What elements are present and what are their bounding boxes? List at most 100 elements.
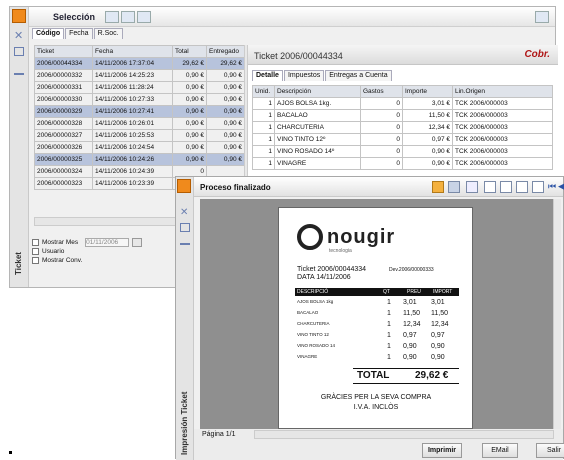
close-icon[interactable]: ✕ bbox=[180, 207, 188, 218]
table-cell: 0 bbox=[360, 97, 403, 110]
tab-rsoc[interactable]: R.Soc. bbox=[93, 28, 123, 39]
preview-hscroll[interactable] bbox=[254, 430, 554, 439]
table-row[interactable]: 2006/00000325 14/11/2006 10:24:26 0,90 €0,… bbox=[34, 153, 245, 166]
table-row[interactable]: 2006/00000331 14/11/2006 11:28:24 0,90 €0,… bbox=[34, 81, 245, 94]
print-button[interactable]: Imprimir bbox=[422, 443, 462, 458]
detail-row[interactable]: 1 CHARCUTERIA 0 12,34 € TCK 2006/000003 bbox=[252, 121, 553, 134]
list-view-icon[interactable] bbox=[121, 11, 135, 23]
table-row[interactable]: 2006/00000329 14/11/2006 10:27:41 0,90 €0,… bbox=[34, 105, 245, 118]
preview-area: nougir tecnologia Ticket 2006/00044334 D… bbox=[200, 199, 556, 429]
table-cell: 0,90 € bbox=[206, 105, 245, 118]
dev-line: Dev.2006/00000333 bbox=[389, 267, 434, 273]
mostrar-conv-label: Mostrar Conv. bbox=[42, 257, 83, 264]
minimize-icon[interactable] bbox=[180, 243, 190, 245]
zoom-icon[interactable] bbox=[466, 181, 478, 193]
minimize-icon[interactable] bbox=[14, 73, 24, 75]
column-header[interactable]: Gastos bbox=[360, 85, 403, 98]
receipt-cell: 11,50 bbox=[403, 310, 420, 317]
tab-impuestos[interactable]: Impuestos bbox=[283, 70, 325, 81]
export-icon[interactable] bbox=[432, 181, 444, 193]
page-width-icon[interactable] bbox=[516, 181, 528, 193]
print-side-toolbar: ✕ Impresión Ticket bbox=[176, 177, 194, 460]
detail-row[interactable]: 1 VINO ROSADO 14º 0 0,90 € TCK 2006/000003 bbox=[252, 145, 553, 158]
receipt-cell: 1 bbox=[387, 299, 391, 306]
save-icon[interactable] bbox=[448, 181, 460, 193]
table-cell: 0,90 € bbox=[206, 141, 245, 154]
column-header[interactable]: Descripción bbox=[274, 85, 361, 98]
detail-row[interactable]: 1 VINO TINTO 12º 0 0,97 € TCK 2006/000003 bbox=[252, 133, 553, 146]
table-cell: 1 bbox=[252, 121, 275, 134]
table-cell: 0,90 € bbox=[206, 117, 245, 130]
table-row[interactable]: 2006/00000332 14/11/2006 14:25:23 0,90 €0,… bbox=[34, 69, 245, 82]
page-double-icon[interactable] bbox=[500, 181, 512, 193]
page-full-icon[interactable] bbox=[532, 181, 544, 193]
brand-tag: tecnologia bbox=[329, 248, 352, 254]
tab-fecha[interactable]: Fecha bbox=[65, 28, 93, 39]
table-cell: CHARCUTERIA bbox=[274, 121, 361, 134]
preview-vscroll[interactable] bbox=[553, 199, 561, 429]
table-cell: VINO TINTO 12º bbox=[274, 133, 361, 146]
mostrar-mes-checkbox[interactable] bbox=[32, 238, 39, 246]
close-icon[interactable]: ✕ bbox=[14, 29, 23, 42]
email-button[interactable]: EMail bbox=[482, 443, 518, 458]
table-cell: 14/11/2006 10:26:01 bbox=[92, 117, 173, 130]
column-header[interactable]: Total bbox=[172, 45, 207, 58]
column-header[interactable]: Lin.Origen bbox=[452, 85, 553, 98]
mes-input[interactable]: 01/11/2006 bbox=[85, 237, 130, 247]
form-view-icon[interactable] bbox=[137, 11, 151, 23]
window-icon[interactable] bbox=[180, 223, 190, 232]
prev-page-icon[interactable]: ◀ bbox=[558, 181, 564, 192]
detail-grid: Unid. Descripción Gastos Importe Lin.Ori… bbox=[252, 85, 553, 170]
table-cell: TCK 2006/000003 bbox=[452, 109, 553, 122]
table-cell: 2006/00000330 bbox=[34, 93, 93, 106]
detail-row[interactable]: 1 BACALAO 0 11,50 € TCK 2006/000003 bbox=[252, 109, 553, 122]
table-row[interactable]: 2006/00000328 14/11/2006 10:26:01 0,90 €0,… bbox=[34, 117, 245, 130]
table-cell: 0 bbox=[360, 109, 403, 122]
print-window: ✕ Impresión Ticket Proceso finalizado ⏮ … bbox=[175, 176, 564, 460]
table-cell: 2006/00000331 bbox=[34, 81, 93, 94]
table-cell: 1 bbox=[252, 109, 275, 122]
table-row[interactable]: 2006/00044334 14/11/2006 17:37:04 29,62 €2… bbox=[34, 57, 245, 70]
mostrar-conv-checkbox[interactable] bbox=[32, 257, 39, 264]
table-cell: 0,90 € bbox=[172, 153, 207, 166]
table-cell: 14/11/2006 10:25:53 bbox=[92, 129, 173, 142]
detail-row[interactable]: 1 AJOS BOLSA 1kg. 0 3,01 € TCK 2006/000003 bbox=[252, 97, 553, 110]
table-cell: 14/11/2006 11:28:24 bbox=[92, 81, 173, 94]
options-icon[interactable] bbox=[535, 11, 549, 23]
first-page-icon[interactable]: ⏮ bbox=[548, 181, 556, 192]
receipt-cell: AJOS BOLSA 1kg bbox=[297, 299, 334, 304]
table-cell: 0,90 € bbox=[172, 105, 207, 118]
table-cell: 0,90 € bbox=[402, 145, 453, 158]
receipt-cell: 3,01 bbox=[431, 299, 445, 306]
receipt-col: QT bbox=[383, 289, 390, 295]
receipt-cell: 1 bbox=[387, 321, 391, 328]
tab-entregas[interactable]: Entregas a Cuenta bbox=[325, 70, 392, 81]
column-header[interactable]: Unid. bbox=[252, 85, 275, 98]
receipt-line: VINO TINTO 12 1 0,97 0,97 bbox=[295, 331, 459, 342]
tab-codigo[interactable]: Código bbox=[32, 28, 65, 39]
column-header[interactable]: Ticket bbox=[34, 45, 93, 58]
usuario-checkbox[interactable] bbox=[32, 248, 39, 255]
detail-row[interactable]: 1 VINAGRE 0 0,90 € TCK 2006/000003 bbox=[252, 157, 553, 170]
column-header[interactable]: Fecha bbox=[92, 45, 173, 58]
column-header[interactable]: Importe bbox=[402, 85, 453, 98]
selection-tabs: Código Fecha R.Soc. bbox=[32, 28, 124, 40]
ticket-line: Ticket 2006/00044334 bbox=[297, 266, 367, 273]
column-header[interactable]: Entregado bbox=[206, 45, 245, 58]
table-row[interactable]: 2006/00000330 14/11/2006 10:27:33 0,90 €0,… bbox=[34, 93, 245, 106]
receipt-cell: 1 bbox=[387, 354, 391, 361]
calendar-icon[interactable] bbox=[132, 237, 143, 247]
date-line: DATA 14/11/2006 bbox=[297, 274, 351, 281]
receipt-line: AJOS BOLSA 1kg 1 3,01 3,01 bbox=[295, 298, 459, 309]
table-cell: 0,90 € bbox=[206, 69, 245, 82]
table-row[interactable]: 2006/00000326 14/11/2006 10:24:54 0,90 €0,… bbox=[34, 141, 245, 154]
tab-detalle[interactable]: Detalle bbox=[252, 70, 283, 81]
exit-button[interactable]: Salir bbox=[536, 443, 564, 458]
window-icon[interactable] bbox=[14, 47, 24, 56]
table-cell: 2006/00000325 bbox=[34, 153, 93, 166]
print-header: Proceso finalizado ⏮ ◀ ▶ bbox=[194, 177, 564, 197]
table-cell: 1 bbox=[252, 157, 275, 170]
table-row[interactable]: 2006/00000327 14/11/2006 10:25:53 0,90 €0,… bbox=[34, 129, 245, 142]
page-single-icon[interactable] bbox=[484, 181, 496, 193]
grid-view-icon[interactable] bbox=[105, 11, 119, 23]
